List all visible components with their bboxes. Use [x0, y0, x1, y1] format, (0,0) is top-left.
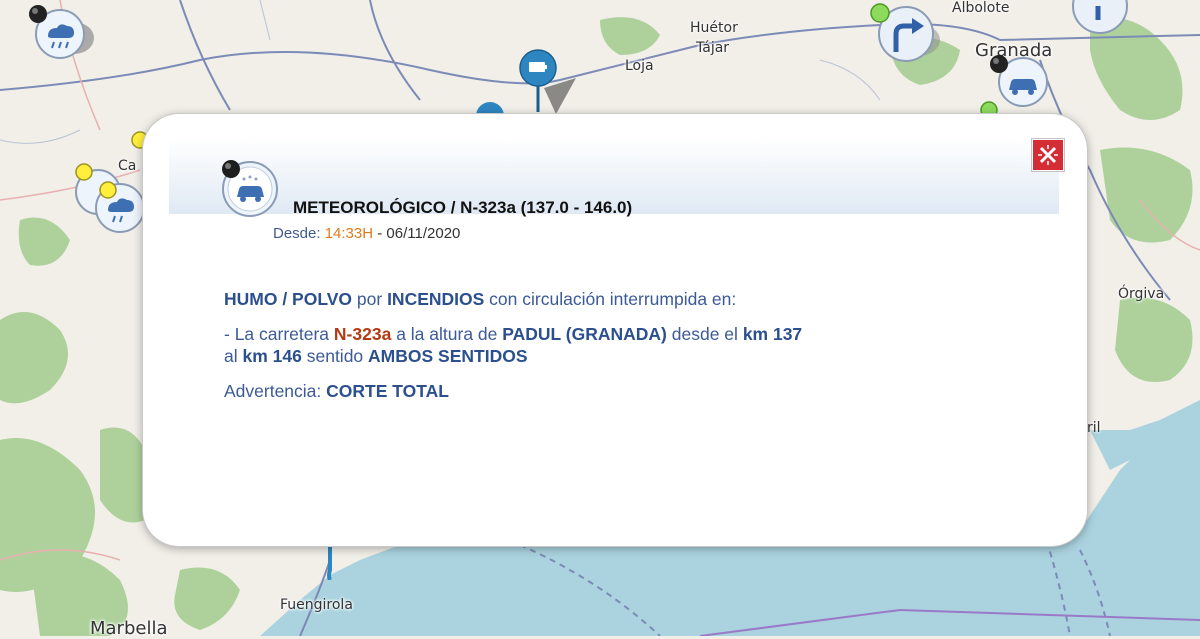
- text-al: al: [224, 346, 238, 366]
- text-altura: a la altura de: [396, 324, 498, 344]
- close-button[interactable]: [1032, 139, 1064, 171]
- turn-right-arrow-marker[interactable]: [868, 2, 948, 64]
- warning-value: CORTE TOTAL: [326, 381, 449, 401]
- place-label-fuengirola: Fuengirola: [280, 597, 353, 613]
- text-rest: con circulación interrumpida en:: [489, 289, 737, 309]
- incident-reason: INCENDIOS: [387, 289, 485, 309]
- incident-location: - La carretera N-323a a la altura de PAD…: [224, 323, 1024, 367]
- incident-popup: METEOROLÓGICO / N-323a (137.0 - 146.0) D…: [143, 114, 1087, 546]
- place-label-tajar: Tájar: [696, 40, 730, 56]
- traffic-camera-marker[interactable]: [516, 48, 586, 118]
- km-from: km 137: [742, 324, 803, 344]
- km-to: km 146: [242, 346, 302, 366]
- since-time: 14:33H: [324, 225, 374, 242]
- incident-summary: HUMO / POLVO por INCENDIOS con circulaci…: [224, 288, 1024, 310]
- weather-car-icon: [222, 160, 278, 217]
- direction: AMBOS SENTIDOS: [368, 346, 528, 366]
- warning-label: Advertencia:: [224, 381, 322, 401]
- popup-since: Desde: 14:33H - 06/11/2020: [273, 225, 460, 242]
- text-desde: desde el: [671, 324, 738, 344]
- weather-car-marker[interactable]: [975, 50, 1065, 122]
- since-separator: -: [377, 225, 383, 242]
- text-sentido: sentido: [306, 346, 364, 366]
- since-label: Desde:: [273, 225, 321, 242]
- since-date: 06/11/2020: [386, 225, 461, 242]
- place-name: PADUL (GRANADA): [502, 324, 667, 344]
- turn-marker-partial[interactable]: [1060, 0, 1140, 34]
- place-label-orgiva: Órgiva: [1118, 286, 1165, 302]
- incident-warning: Advertencia: CORTE TOTAL: [224, 380, 1024, 402]
- text-prefix: - La carretera: [224, 324, 330, 344]
- place-label-albolote: Albolote: [952, 0, 1010, 16]
- close-x-icon: [1038, 145, 1058, 165]
- incident-cause: HUMO / POLVO: [224, 289, 353, 309]
- place-label-loja: Loja: [625, 58, 654, 74]
- weather-rain-marker[interactable]: [24, 2, 100, 62]
- place-label-cutoff-right: ril: [1087, 420, 1101, 436]
- marker-stem-partial[interactable]: [318, 540, 342, 580]
- place-label-huetor: Huétor: [690, 20, 738, 36]
- text-por: por: [356, 289, 383, 309]
- popup-body: HUMO / POLVO por INCENDIOS con circulaci…: [224, 288, 1024, 415]
- road-name: N-323a: [333, 324, 392, 344]
- popup-title: METEOROLÓGICO / N-323a (137.0 - 146.0): [293, 198, 633, 217]
